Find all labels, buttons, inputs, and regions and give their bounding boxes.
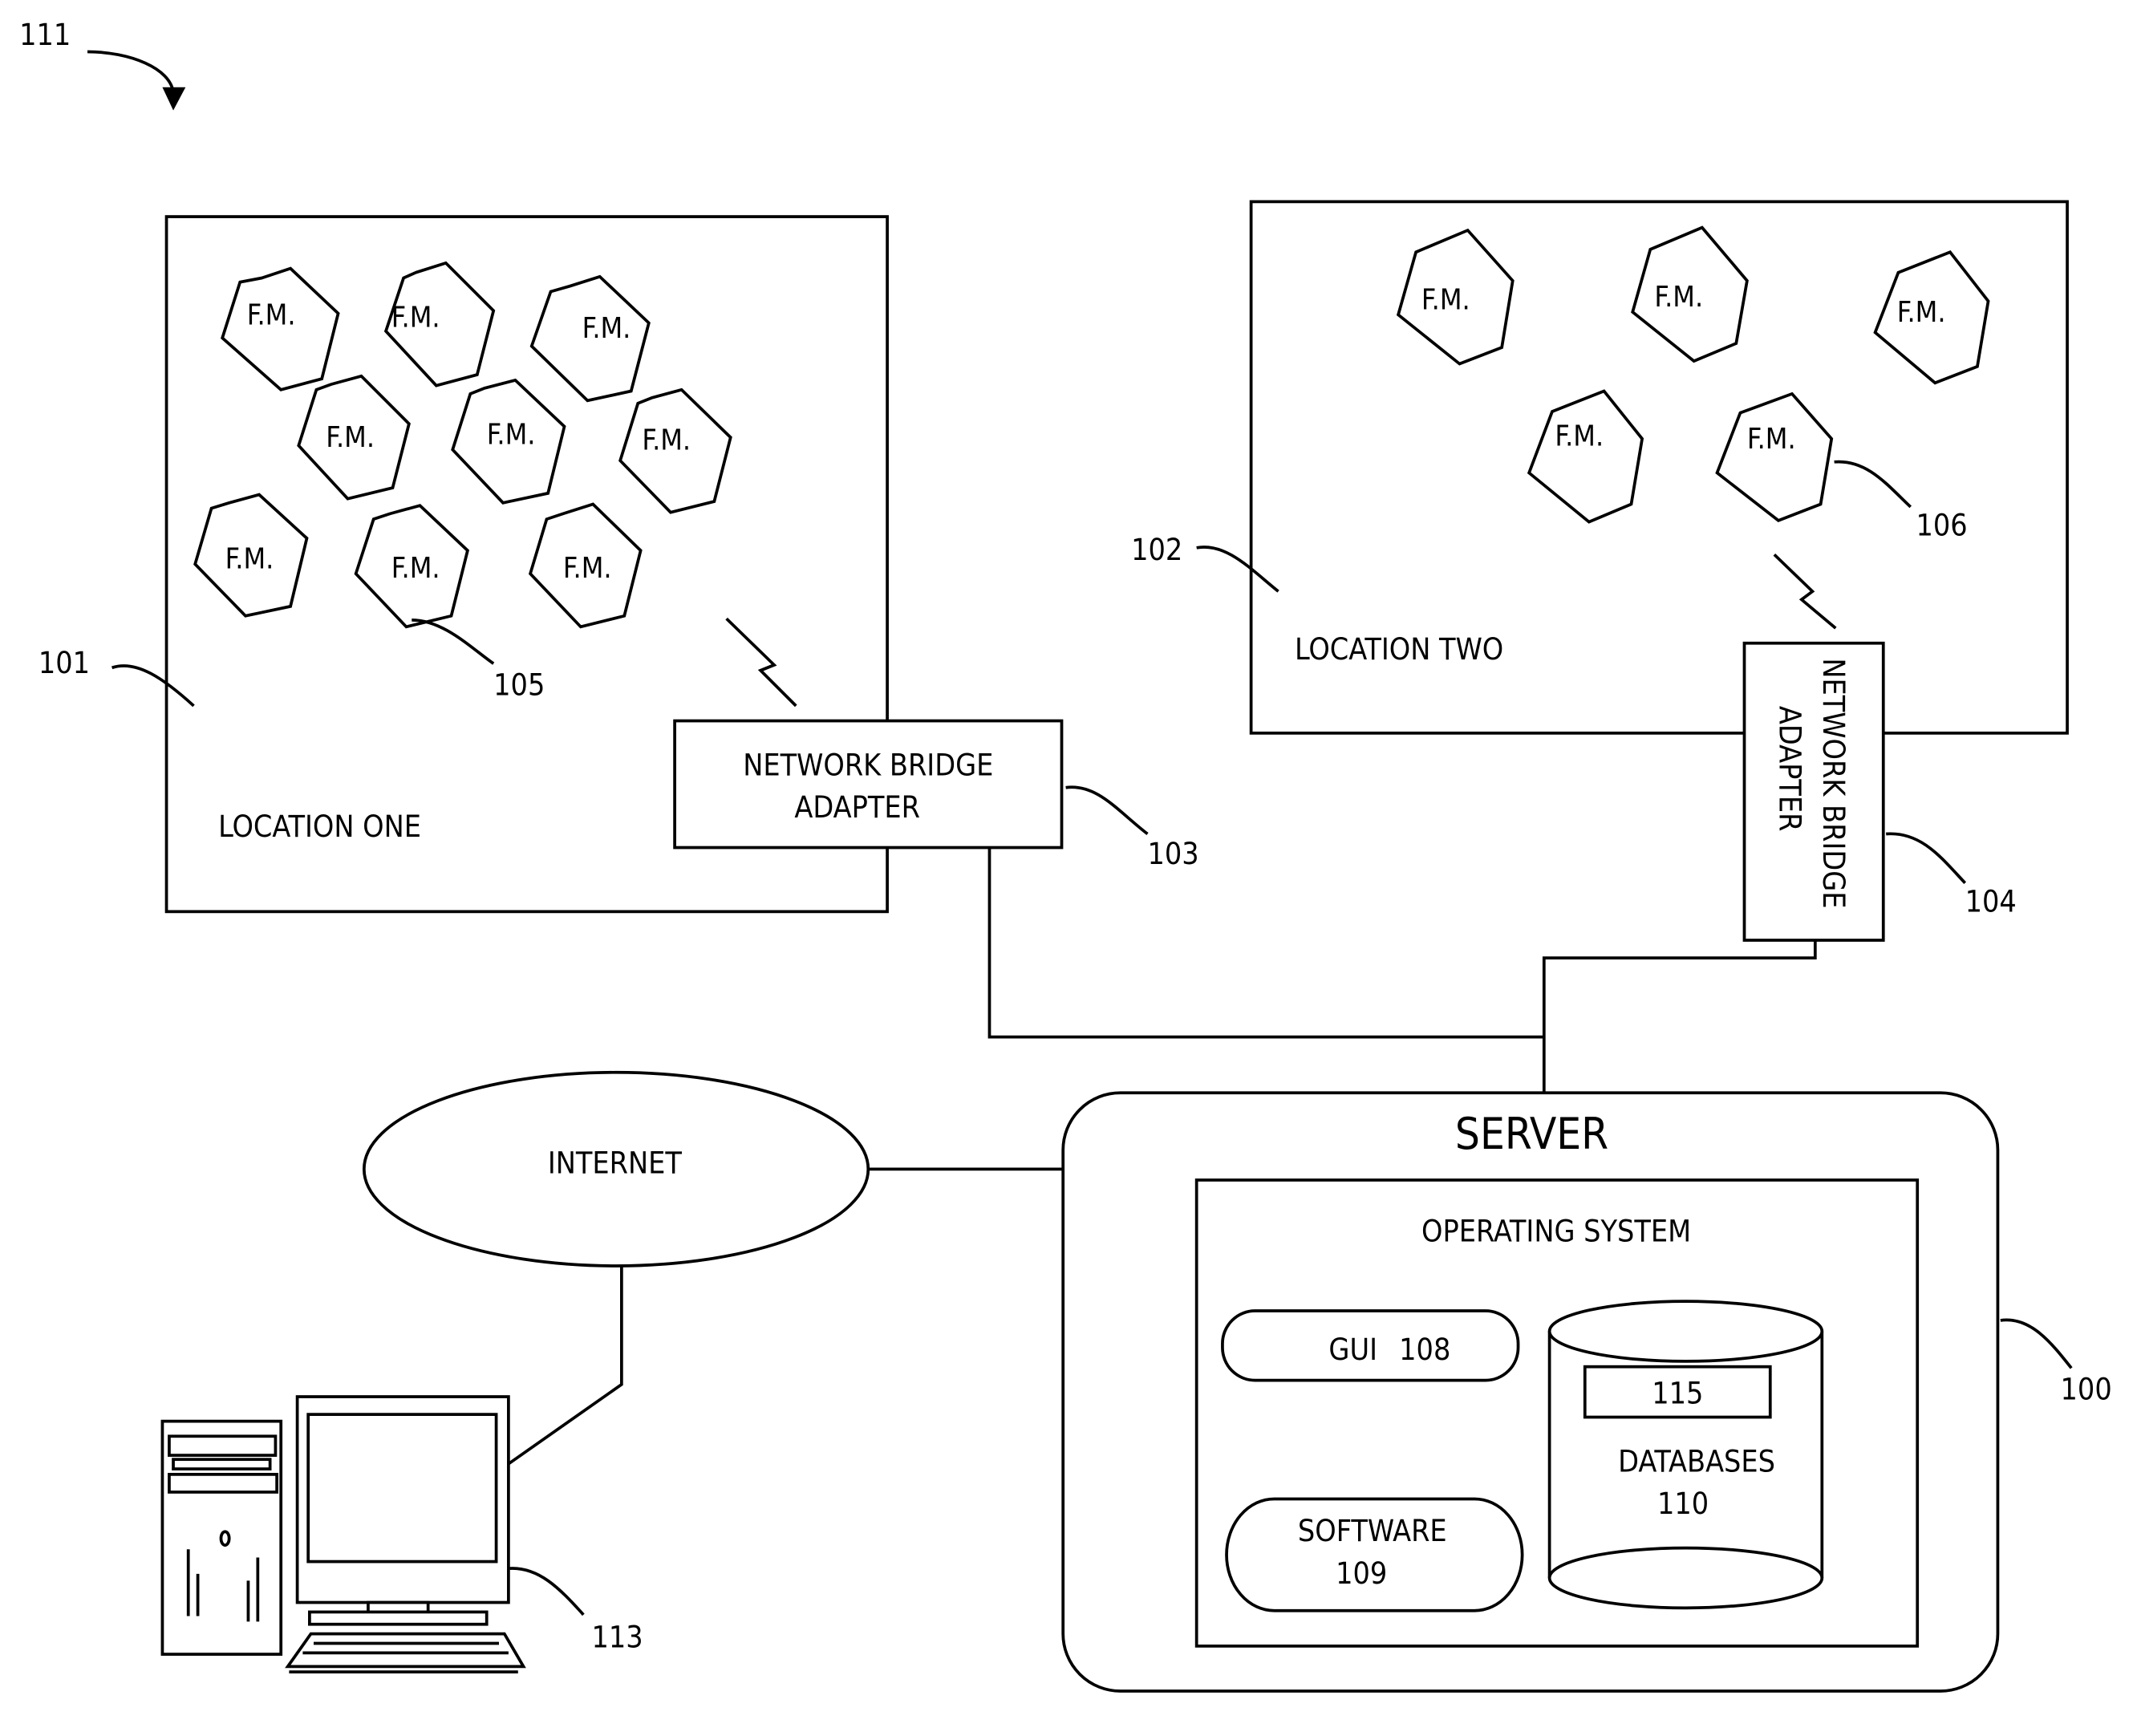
location-two-label: LOCATION TWO xyxy=(1295,631,1503,667)
database-top xyxy=(1547,1300,1824,1363)
server: SERVER 100 OPERATING SYSTEM GUI 108 SOFTW… xyxy=(1061,1091,2112,1693)
network-bridge-label-line2: ADAPTER xyxy=(794,789,920,825)
svg-text:F.M.: F.M. xyxy=(391,552,440,585)
svg-text:F.M.: F.M. xyxy=(326,421,375,454)
operating-system-label: OPERATING SYSTEM xyxy=(1421,1213,1691,1248)
database-ref: 110 xyxy=(1657,1486,1709,1521)
svg-text:F.M.: F.M. xyxy=(225,542,274,575)
figure-ref-label: 111 xyxy=(19,17,71,52)
server-title: SERVER xyxy=(1455,1109,1608,1159)
system-diagram: 111 F.M. F.M. F.M. F.M. F.M. F.M. F.M. F… xyxy=(19,17,2112,1693)
network-bridge-103: NETWORK BRIDGE ADAPTER 103 xyxy=(673,719,1199,871)
svg-text:F.M.: F.M. xyxy=(1747,423,1796,456)
location-one-label: LOCATION ONE xyxy=(218,809,421,844)
location-ref-label-102: 102 xyxy=(1131,532,1182,567)
bridge-ref-label-104: 104 xyxy=(1965,883,2017,919)
location-two: F.M. F.M. F.M. F.M. F.M. 106 LOCATION TW… xyxy=(1131,200,2069,735)
location-ref-label-101: 101 xyxy=(39,645,90,680)
svg-text:F.M.: F.M. xyxy=(1421,284,1470,317)
network-bridge-label-line1: NETWORK BRIDGE xyxy=(743,747,993,782)
database-inner-ref: 115 xyxy=(1652,1376,1703,1411)
connection-bridge104-to-server xyxy=(1542,940,1817,1094)
database-label: DATABASES xyxy=(1618,1443,1775,1478)
network-bridge-label-line1: NETWORK BRIDGE xyxy=(1816,658,1851,908)
monitor-screen xyxy=(306,1413,498,1564)
svg-text:F.M.: F.M. xyxy=(487,419,536,452)
keyboard xyxy=(285,1632,526,1669)
bridge-ref-leader-104 xyxy=(1886,832,1967,884)
network-bridge-box xyxy=(673,719,1064,850)
client-computer: 113 xyxy=(160,1395,643,1674)
internet-label: INTERNET xyxy=(548,1145,683,1180)
database-cylinder: 115 DATABASES 110 xyxy=(1547,1300,1824,1610)
software-ref: 109 xyxy=(1336,1556,1387,1591)
figure-ref-arrow xyxy=(87,50,175,93)
connection-bridge103-to-server xyxy=(987,847,1544,1039)
svg-text:F.M.: F.M. xyxy=(563,552,612,585)
svg-text:F.M.: F.M. xyxy=(1897,296,1946,329)
svg-text:F.M.: F.M. xyxy=(1654,281,1703,314)
monitor-stand-base xyxy=(308,1610,489,1626)
computer-ref-label-113: 113 xyxy=(591,1620,643,1655)
svg-text:F.M.: F.M. xyxy=(1555,420,1604,452)
server-ref-label-100: 100 xyxy=(2061,1371,2112,1406)
tower-drive-bay xyxy=(168,1473,278,1494)
svg-text:F.M.: F.M. xyxy=(247,298,296,331)
device-ref-label-105: 105 xyxy=(493,667,545,702)
svg-text:F.M.: F.M. xyxy=(391,302,440,335)
bridge-ref-label-103: 103 xyxy=(1148,836,1199,871)
server-ref-leader-100 xyxy=(2000,1318,2073,1369)
software-label: SOFTWARE xyxy=(1298,1513,1447,1548)
network-bridge-label-line2: ADAPTER xyxy=(1773,706,1808,832)
bridge-ref-leader-103 xyxy=(1065,785,1149,836)
internet-cloud: INTERNET xyxy=(362,1070,870,1268)
computer-ref-leader-113 xyxy=(509,1567,585,1616)
tower-drive-bay xyxy=(168,1434,278,1457)
svg-text:F.M.: F.M. xyxy=(582,312,631,345)
svg-text:F.M.: F.M. xyxy=(642,424,691,457)
device-ref-label-106: 106 xyxy=(1916,508,1968,543)
arrowhead-icon xyxy=(162,87,186,111)
network-bridge-box xyxy=(1742,641,1885,942)
tower-slot xyxy=(172,1458,272,1470)
connection-internet-to-computer xyxy=(506,1264,623,1466)
